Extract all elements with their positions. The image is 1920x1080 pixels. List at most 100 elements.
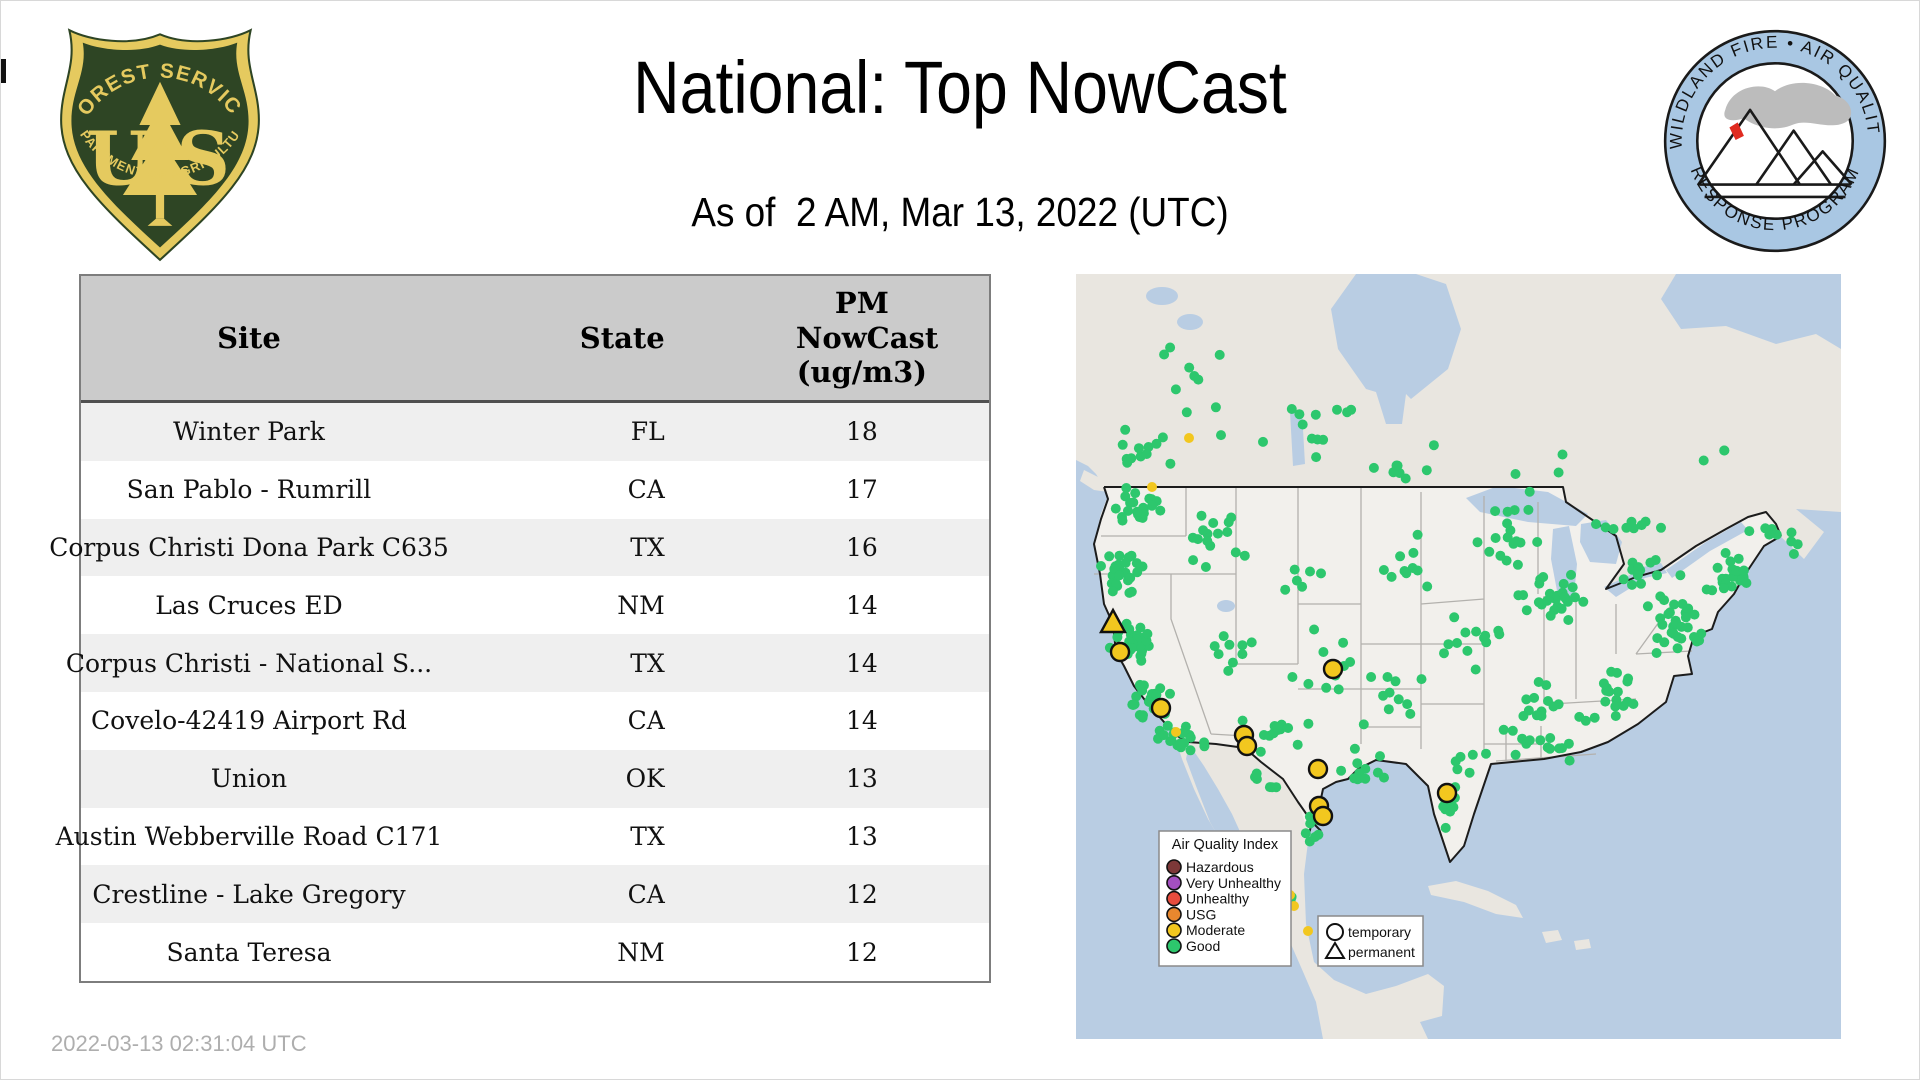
page-title: National: Top NowCast: [633, 46, 1287, 129]
good-monitor-dot: [1318, 647, 1329, 657]
table-row: Santa Teresa NM 12: [81, 923, 989, 981]
good-monitor-dot: [1600, 696, 1611, 707]
cell-site: Santa Teresa: [166, 937, 332, 967]
good-monitor-dot: [1510, 469, 1521, 479]
good-monitor-dot: [1612, 686, 1623, 697]
good-monitor-dot: [1675, 570, 1686, 581]
table-row: Corpus Christi Dona Park C635 TX 16: [49, 518, 989, 577]
good-monitor-dot: [1147, 500, 1157, 511]
cell-value: 17: [845, 475, 878, 505]
good-monitor-dot: [1120, 558, 1131, 568]
good-monitor-dot: [1518, 711, 1529, 721]
good-monitor-dot: [1741, 578, 1752, 588]
table-row: San Pablo - Rumrill CA 17: [81, 460, 989, 519]
good-monitor-dot: [1185, 745, 1196, 756]
cell-state: NM: [617, 937, 665, 967]
good-monitor-dot: [1142, 628, 1153, 639]
temporary-moderate-marker: [1436, 782, 1458, 804]
moderate-monitor-dot: [1171, 727, 1181, 737]
good-monitor-dot: [1472, 537, 1483, 548]
good-monitor-dot: [1559, 592, 1570, 603]
good-monitor-dot: [1421, 465, 1432, 476]
good-monitor-dot: [1165, 688, 1175, 699]
good-monitor-dot: [1632, 570, 1643, 581]
good-monitor-dot: [1237, 715, 1248, 726]
good-monitor-dot: [1792, 539, 1803, 550]
cell-state: FL: [630, 417, 665, 447]
table-row: Crestline - Lake Gregory CA 12: [81, 865, 989, 924]
good-monitor-dot: [1126, 586, 1137, 597]
good-monitor-dot: [1440, 822, 1451, 833]
good-monitor-dot: [1591, 519, 1601, 530]
good-monitor-dot: [1332, 404, 1342, 415]
good-monitor-dot: [1664, 607, 1675, 618]
good-monitor-dot: [1368, 462, 1379, 473]
good-monitor-dot: [1452, 638, 1462, 648]
moderate-monitor-dot: [1303, 926, 1313, 936]
good-monitor-dot: [1618, 700, 1629, 711]
good-monitor-dot: [1310, 409, 1321, 420]
good-monitor-dot: [1443, 639, 1454, 650]
good-monitor-dot: [1533, 677, 1544, 687]
good-monitor-dot: [1608, 524, 1619, 534]
good-monitor-dot: [1205, 540, 1216, 551]
good-monitor-dot: [1531, 710, 1542, 721]
column-header-pm-nowcast: PM NowCast (ug/m3): [795, 285, 939, 390]
good-monitor-dot: [1405, 708, 1416, 719]
good-monitor-dot: [1375, 751, 1385, 762]
good-monitor-dot: [1310, 832, 1320, 842]
temporary-moderate-marker: [1236, 735, 1258, 757]
good-monitor-dot: [1521, 605, 1532, 616]
good-monitor-dot: [1112, 632, 1123, 643]
good-monitor-dot: [1545, 733, 1556, 743]
table-body: Winter Park FL 18 San Pablo - Rumrill CA 17 Co…: [49, 403, 989, 981]
good-monitor-dot: [1524, 486, 1535, 497]
good-monitor-dot: [1626, 516, 1637, 527]
good-monitor-dot: [1230, 547, 1241, 558]
good-monitor-dot: [1470, 664, 1481, 675]
screen-edge-artifact: [1, 59, 6, 83]
good-monitor-dot: [1498, 724, 1509, 735]
table-row: Covelo-42419 Airport Rd CA 14: [81, 691, 989, 750]
cell-value: 12: [845, 879, 878, 909]
good-monitor-dot: [1553, 467, 1564, 478]
good-monitor-dot: [1258, 436, 1268, 447]
good-monitor-dot: [1162, 720, 1173, 731]
good-monitor-dot: [1580, 715, 1591, 726]
good-monitor-dot: [1623, 673, 1634, 684]
good-monitor-dot: [1636, 578, 1646, 589]
good-monitor-dot: [1158, 730, 1169, 741]
render-timestamp: 2022-03-13 02:31:04 UTC: [51, 1031, 307, 1056]
good-monitor-dot: [1237, 649, 1248, 660]
good-monitor-dot: [1689, 609, 1700, 620]
good-monitor-dot: [1346, 404, 1357, 415]
good-monitor-dot: [1378, 565, 1389, 575]
good-monitor-dot: [1196, 510, 1207, 521]
good-monitor-dot: [1720, 548, 1731, 558]
good-monitor-dot: [1216, 430, 1226, 441]
good-monitor-dot: [1627, 579, 1637, 590]
cell-site: Corpus Christi Dona Park C635: [49, 532, 449, 562]
good-monitor-dot: [1130, 488, 1141, 499]
column-header-state: State: [579, 321, 665, 355]
good-monitor-dot: [1645, 557, 1656, 568]
aqi-swatch-usg: [1166, 906, 1182, 923]
aqi-label-very-unhealthy: Very Unhealthy: [1186, 875, 1281, 891]
good-monitor-dot: [1208, 518, 1219, 528]
good-monitor-dot: [1132, 506, 1143, 517]
good-monitor-dot: [1286, 404, 1297, 414]
good-monitor-dot: [1264, 782, 1275, 793]
good-monitor-dot: [1391, 460, 1402, 471]
good-monitor-dot: [1484, 546, 1495, 557]
top-nowcast-table: Site State PM NowCast (ug/m3) Winter Par…: [49, 274, 991, 983]
cell-site: San Pablo - Rumrill: [126, 475, 372, 505]
good-monitor-dot: [1272, 722, 1283, 733]
good-monitor-dot: [1138, 710, 1148, 721]
good-monitor-dot: [1788, 549, 1799, 559]
cell-value: 13: [845, 764, 878, 794]
good-monitor-dot: [1508, 538, 1519, 549]
cell-state: TX: [630, 821, 665, 851]
good-monitor-dot: [1416, 674, 1427, 685]
cell-site: Austin Webberville Road C171: [55, 821, 443, 851]
good-monitor-dot: [1280, 584, 1291, 595]
